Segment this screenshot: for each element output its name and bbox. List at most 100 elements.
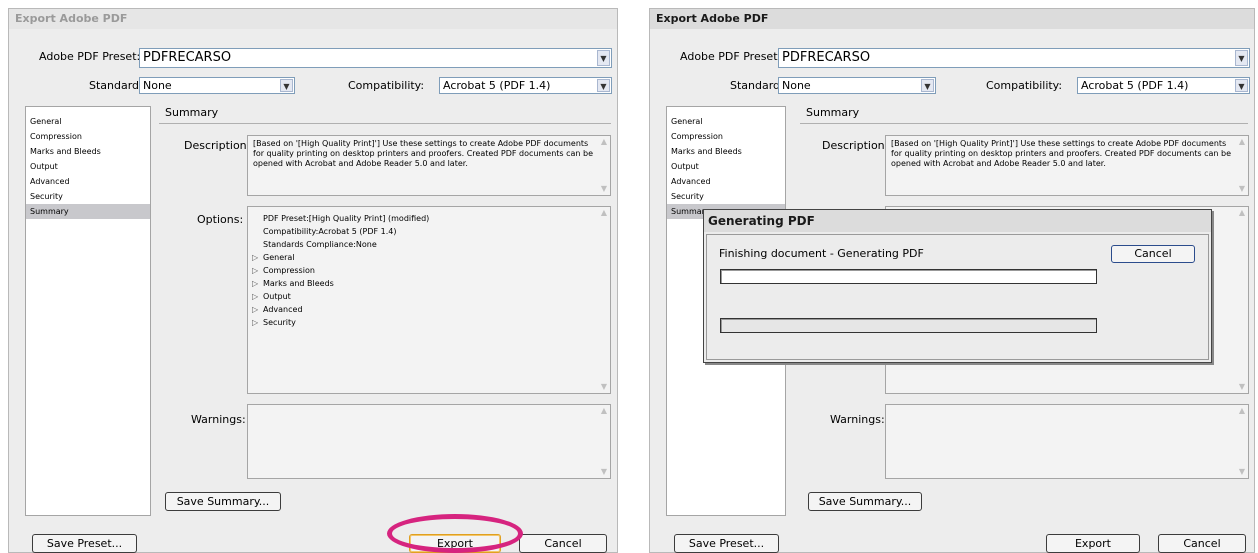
chevron-down-icon[interactable]: ▼ <box>597 50 610 66</box>
export-pdf-dialog-left: Export Adobe PDF Adobe PDF Preset: PDFRE… <box>8 8 618 553</box>
sidebar-item-marks-and-bleeds[interactable]: Marks and Bleeds <box>667 144 785 159</box>
chevron-down-icon[interactable]: ▼ <box>921 79 934 92</box>
export-highlight-ring <box>387 514 523 553</box>
warnings-scrollbar[interactable]: ▲ ▼ <box>598 405 610 478</box>
scroll-up-icon[interactable]: ▲ <box>1236 136 1248 148</box>
standard-label: Standard: <box>730 79 784 92</box>
scroll-down-icon[interactable]: ▼ <box>1236 381 1248 393</box>
scroll-up-icon[interactable]: ▲ <box>1236 207 1248 219</box>
option-group-general[interactable]: ▷ General <box>252 251 594 264</box>
options-scrollbar[interactable]: ▲ ▼ <box>598 207 610 393</box>
generating-pdf-modal: Generating PDF Finishing document - Gene… <box>703 209 1212 363</box>
cancel-button[interactable]: Cancel <box>1158 534 1246 553</box>
scroll-down-icon[interactable]: ▼ <box>598 183 610 195</box>
section-title: Summary <box>165 106 219 119</box>
scroll-down-icon[interactable]: ▼ <box>598 466 610 478</box>
modal-title: Generating PDF <box>704 210 1211 232</box>
sidebar-item-compression[interactable]: Compression <box>26 129 150 144</box>
dialog-title: Export Adobe PDF <box>9 9 617 29</box>
chevron-down-icon[interactable]: ▼ <box>280 79 293 92</box>
scroll-up-icon[interactable]: ▲ <box>598 207 610 219</box>
triangle-right-icon[interactable]: ▷ <box>252 303 263 316</box>
sidebar-item-output[interactable]: Output <box>26 159 150 174</box>
sidebar-item-general[interactable]: General <box>26 114 150 129</box>
option-group-advanced[interactable]: ▷ Advanced <box>252 303 594 316</box>
description-box: [Based on '[High Quality Print]'] Use th… <box>885 135 1249 196</box>
description-scrollbar[interactable]: ▲ ▼ <box>598 136 610 195</box>
warnings-box: ▲ ▼ <box>247 404 611 479</box>
scroll-up-icon[interactable]: ▲ <box>598 136 610 148</box>
warnings-box: ▲ ▼ <box>885 404 1249 479</box>
section-divider <box>800 123 1248 124</box>
sidebar-item-output[interactable]: Output <box>667 159 785 174</box>
preset-dropdown[interactable]: PDFRECARSO ▼ <box>139 48 612 68</box>
scroll-down-icon[interactable]: ▼ <box>598 381 610 393</box>
standard-dropdown[interactable]: None ▼ <box>778 77 936 94</box>
save-summary-button[interactable]: Save Summary... <box>165 492 281 511</box>
dialog-title: Export Adobe PDF <box>650 9 1254 29</box>
preset-label: Adobe PDF Preset: <box>680 50 782 63</box>
chevron-down-icon[interactable]: ▼ <box>1235 50 1248 66</box>
sidebar-item-security[interactable]: Security <box>667 189 785 204</box>
sidebar-item-advanced[interactable]: Advanced <box>26 174 150 189</box>
progress-bar-secondary <box>720 318 1097 333</box>
option-preset: PDF Preset:[High Quality Print] (modifie… <box>263 214 430 223</box>
options-label: Options: <box>197 213 244 226</box>
triangle-right-icon[interactable]: ▷ <box>252 251 263 264</box>
cancel-button[interactable]: Cancel <box>519 534 607 553</box>
sidebar-nav: General Compression Marks and Bleeds Out… <box>25 106 151 516</box>
option-group-compression[interactable]: ▷ Compression <box>252 264 594 277</box>
triangle-right-icon[interactable]: ▷ <box>252 316 263 329</box>
description-label: Description: <box>184 139 251 152</box>
option-group-marks-and-bleeds[interactable]: ▷ Marks and Bleeds <box>252 277 594 290</box>
sidebar-item-compression[interactable]: Compression <box>667 129 785 144</box>
preset-dropdown[interactable]: PDFRECARSO ▼ <box>778 48 1250 68</box>
warnings-scrollbar[interactable]: ▲ ▼ <box>1236 405 1248 478</box>
standard-label: Standard: <box>89 79 143 92</box>
sidebar-item-general[interactable]: General <box>667 114 785 129</box>
scroll-down-icon[interactable]: ▼ <box>1236 183 1248 195</box>
triangle-right-icon[interactable]: ▷ <box>252 290 263 303</box>
compatibility-dropdown[interactable]: Acrobat 5 (PDF 1.4) ▼ <box>439 77 612 94</box>
modal-body: Finishing document - Generating PDF Canc… <box>706 234 1209 360</box>
option-standards: Standards Compliance:None <box>263 240 377 249</box>
sidebar-item-summary[interactable]: Summary <box>26 204 150 219</box>
scroll-up-icon[interactable]: ▲ <box>1236 405 1248 417</box>
progress-bar-primary <box>720 269 1097 284</box>
description-text: [Based on '[High Quality Print]'] Use th… <box>891 139 1232 168</box>
warnings-label: Warnings: <box>830 413 885 426</box>
triangle-right-icon[interactable]: ▷ <box>252 277 263 290</box>
option-compatibility: Compatibility:Acrobat 5 (PDF 1.4) <box>263 227 397 236</box>
compatibility-label: Compatibility: <box>348 79 425 92</box>
preset-label: Adobe PDF Preset: <box>39 50 141 63</box>
sidebar-item-advanced[interactable]: Advanced <box>667 174 785 189</box>
option-group-security[interactable]: ▷ Security <box>252 316 594 329</box>
save-summary-button[interactable]: Save Summary... <box>808 492 922 511</box>
section-title: Summary <box>806 106 860 119</box>
preset-value: PDFRECARSO <box>782 50 871 65</box>
compatibility-value: Acrobat 5 (PDF 1.4) <box>1081 79 1189 92</box>
sidebar-item-security[interactable]: Security <box>26 189 150 204</box>
save-preset-button[interactable]: Save Preset... <box>674 534 779 553</box>
export-button[interactable]: Export <box>1046 534 1140 553</box>
sidebar-item-marks-and-bleeds[interactable]: Marks and Bleeds <box>26 144 150 159</box>
options-scrollbar[interactable]: ▲ ▼ <box>1236 207 1248 393</box>
description-label: Description: <box>822 139 889 152</box>
compatibility-value: Acrobat 5 (PDF 1.4) <box>443 79 551 92</box>
compatibility-dropdown[interactable]: Acrobat 5 (PDF 1.4) ▼ <box>1077 77 1250 94</box>
options-box: PDF Preset:[High Quality Print] (modifie… <box>247 206 611 394</box>
standard-dropdown[interactable]: None ▼ <box>139 77 295 94</box>
scroll-up-icon[interactable]: ▲ <box>598 405 610 417</box>
triangle-right-icon[interactable]: ▷ <box>252 264 263 277</box>
preset-value: PDFRECARSO <box>143 50 232 65</box>
scroll-down-icon[interactable]: ▼ <box>1236 466 1248 478</box>
save-preset-button[interactable]: Save Preset... <box>32 534 137 553</box>
description-text: [Based on '[High Quality Print]'] Use th… <box>253 139 594 168</box>
chevron-down-icon[interactable]: ▼ <box>1235 79 1248 92</box>
modal-cancel-button[interactable]: Cancel <box>1111 245 1195 263</box>
chevron-down-icon[interactable]: ▼ <box>597 79 610 92</box>
standard-value: None <box>143 79 172 92</box>
option-group-output[interactable]: ▷ Output <box>252 290 594 303</box>
status-text: Finishing document - Generating PDF <box>719 247 924 260</box>
description-scrollbar[interactable]: ▲ ▼ <box>1236 136 1248 195</box>
